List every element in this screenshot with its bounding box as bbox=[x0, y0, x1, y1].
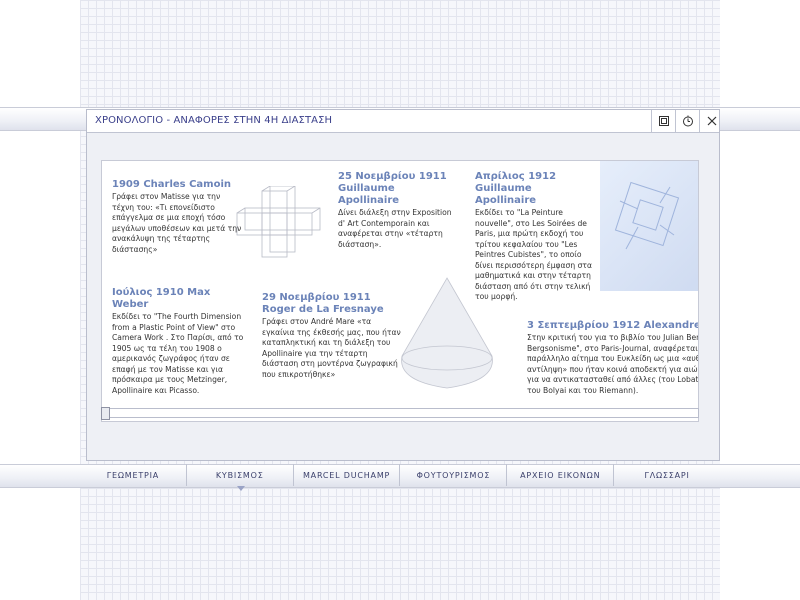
tesseract-image bbox=[600, 161, 698, 291]
nav-item-marcel-duchamp[interactable]: MARCEL DUCHAMP bbox=[294, 464, 401, 486]
entry-text: Εκδίδει το "The Fourth Dimension from a … bbox=[112, 312, 244, 395]
main-navigation: ΓΕΩΜΕΤΡΙΑ ΚΥΒΙΣΜΟΣ MARCEL DUCHAMP ΦΟΥΤΟΥ… bbox=[80, 464, 720, 486]
entry-text: Δίνει διάλεξη στην Exposition d' Art Con… bbox=[338, 208, 452, 249]
nav-item-futurism[interactable]: ΦΟΥΤΟΥΡΙΣΜΟΣ bbox=[400, 464, 508, 486]
timeline-entry[interactable]: 3 Σεπτεμβρίου 1912 Alexandre Mercereau Σ… bbox=[527, 320, 699, 396]
entry-text: Εκδίδει το "La Peinture nouvelle", στο L… bbox=[475, 208, 592, 301]
window-titlebar[interactable]: ΧΡΟΝΟΛΟΓΙΟ - ΑΝΑΦΟΡΕΣ ΣΤΗΝ 4Η ΔΙΑΣΤΑΣΗ bbox=[87, 110, 719, 133]
timeline-entry[interactable]: Απρίλιος 1912 Guillaume Apollinaire Εκδί… bbox=[475, 171, 595, 303]
entry-title: 1909 Charles Camoin bbox=[112, 179, 232, 190]
entry-text: Γράφει στον André Mare «τα εγκαίνια της … bbox=[262, 317, 401, 379]
entry-text: Στην κριτική του για το βιβλίο του Julia… bbox=[527, 333, 699, 395]
right-margin bbox=[720, 0, 800, 600]
close-icon bbox=[707, 116, 716, 126]
entry-title: Απρίλιος 1912 Guillaume Apollinaire bbox=[475, 171, 557, 206]
nav-item-image-archive[interactable]: ΑΡΧΕΙΟ ΕΙΚΟΝΩΝ bbox=[507, 464, 615, 486]
timeline-entry[interactable]: Ιούλιος 1910 Max Weber Εκδίδει το "The F… bbox=[112, 287, 244, 396]
entry-title: Ιούλιος 1910 Max Weber bbox=[112, 287, 211, 310]
scrollbar-thumb[interactable] bbox=[101, 407, 110, 420]
maximize-button[interactable] bbox=[651, 110, 675, 132]
close-button[interactable] bbox=[699, 110, 723, 132]
nav-item-glossary[interactable]: ΓΛΩΣΣΑΡΙ bbox=[614, 464, 720, 486]
maximize-icon bbox=[658, 116, 669, 126]
entry-title: 25 Νοεμβρίου 1911 Guillaume Apollinaire bbox=[338, 171, 447, 206]
timeline-entry[interactable]: 29 Νοεμβρίου 1911 Roger de La Fresnaye Γ… bbox=[262, 292, 406, 380]
clock-icon bbox=[682, 115, 693, 127]
timeline-entry[interactable]: 25 Νοεμβρίου 1911 Guillaume Apollinaire … bbox=[338, 171, 458, 250]
left-margin bbox=[0, 0, 80, 600]
timer-button[interactable] bbox=[675, 110, 699, 132]
nav-item-geometry[interactable]: ΓΕΩΜΕΤΡΙΑ bbox=[80, 464, 187, 486]
window-title: ΧΡΟΝΟΛΟΓΙΟ - ΑΝΑΦΟΡΕΣ ΣΤΗΝ 4Η ΔΙΑΣΤΑΣΗ bbox=[95, 115, 333, 126]
entry-title: 3 Σεπτεμβρίου 1912 Alexandre Mercereau bbox=[527, 320, 699, 331]
timeline-entry[interactable]: 1909 Charles Camoin Γράφει στον Matisse … bbox=[112, 179, 244, 255]
timeline-window: ΧΡΟΝΟΛΟΓΙΟ - ΑΝΑΦΟΡΕΣ ΣΤΗΝ 4Η ΔΙΑΣΤΑΣΗ 1… bbox=[86, 109, 720, 461]
active-nav-indicator bbox=[237, 486, 245, 491]
nav-item-cubism[interactable]: ΚΥΒΙΣΜΟΣ bbox=[187, 464, 294, 486]
timeline-scrollbar[interactable] bbox=[101, 407, 699, 420]
entry-text: Γράφει στον Matisse για την τέχνη του: «… bbox=[112, 192, 242, 254]
timeline-viewport[interactable]: 1909 Charles Camoin Γράφει στον Matisse … bbox=[101, 160, 699, 422]
entry-title: 29 Νοεμβρίου 1911 Roger de La Fresnaye bbox=[262, 292, 384, 315]
